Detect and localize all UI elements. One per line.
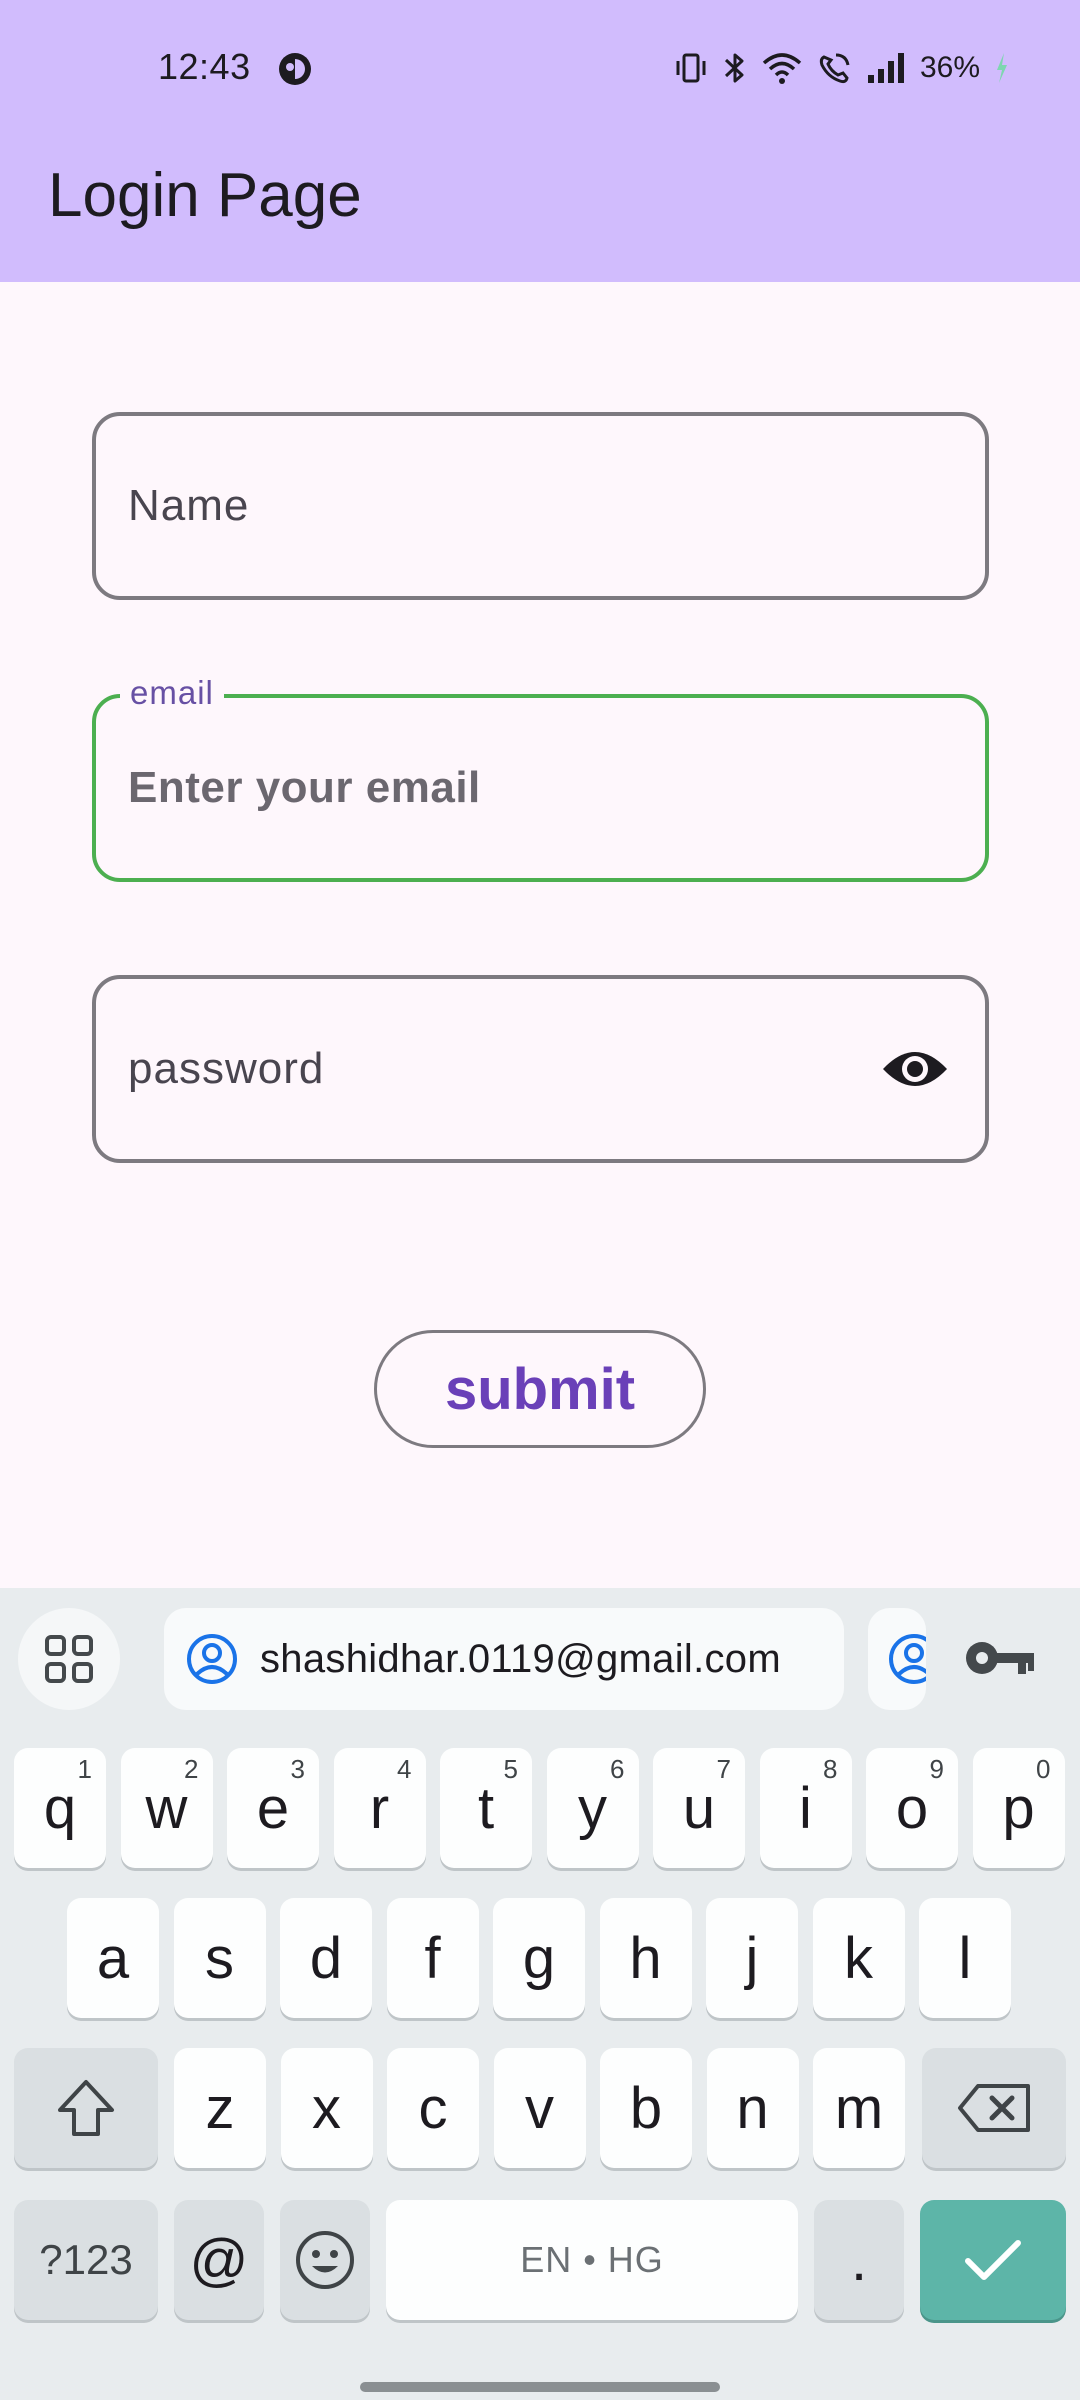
status-time: 12:43 bbox=[158, 46, 251, 87]
email-field-placeholder: Enter your email bbox=[128, 763, 481, 812]
key-label: w bbox=[145, 1775, 188, 1841]
key-q[interactable]: q1 bbox=[14, 1748, 106, 1868]
key-n[interactable]: n bbox=[706, 2048, 799, 2168]
key-y[interactable]: y6 bbox=[546, 1748, 639, 1868]
signal-icon bbox=[867, 53, 904, 83]
submit-button[interactable]: submit bbox=[374, 1330, 706, 1448]
email-field[interactable]: email Enter your email bbox=[92, 674, 989, 882]
key-t[interactable]: t5 bbox=[440, 1748, 532, 1868]
email-field-label: email bbox=[120, 674, 224, 712]
emoji-icon bbox=[296, 2231, 354, 2289]
bluetooth-icon bbox=[724, 53, 744, 83]
backspace-icon bbox=[958, 2084, 1030, 2132]
key-number-hint: 6 bbox=[610, 1754, 625, 1784]
battery-charging-icon bbox=[997, 53, 1007, 83]
key-number-hint: 3 bbox=[290, 1754, 305, 1784]
key-label: p bbox=[1002, 1775, 1035, 1841]
key-b[interactable]: b bbox=[600, 2048, 692, 2168]
key-label: q bbox=[43, 1775, 77, 1841]
key-label: r bbox=[369, 1775, 390, 1841]
key-number-hint: 1 bbox=[77, 1754, 92, 1784]
key-label: i bbox=[799, 1775, 812, 1841]
key-x[interactable]: x bbox=[280, 2048, 373, 2168]
shift-key[interactable] bbox=[14, 2048, 158, 2168]
password-key-icon[interactable] bbox=[962, 1626, 1038, 1690]
key-label: o bbox=[895, 1775, 929, 1841]
check-icon bbox=[965, 2240, 1021, 2280]
key-number-hint: 0 bbox=[1036, 1754, 1051, 1784]
key-c[interactable]: c bbox=[387, 2048, 479, 2168]
vibrate-icon bbox=[676, 53, 706, 83]
backspace-key[interactable] bbox=[922, 2048, 1066, 2168]
key-z[interactable]: z bbox=[174, 2048, 266, 2168]
key-o[interactable]: o9 bbox=[866, 1748, 958, 1868]
soft-keyboard: shashidhar.0119@gmail.com q1w2e3r4t5y6u7… bbox=[0, 1588, 1080, 2400]
key-u[interactable]: u7 bbox=[653, 1748, 745, 1868]
password-field-placeholder: password bbox=[128, 1044, 325, 1093]
wifi-calling-icon bbox=[819, 53, 850, 84]
key-number-hint: 7 bbox=[716, 1754, 731, 1784]
key-label: t bbox=[477, 1775, 495, 1841]
emoji-key[interactable] bbox=[280, 2200, 370, 2320]
shift-icon bbox=[58, 2080, 114, 2136]
grid-icon bbox=[45, 1635, 93, 1683]
key-m[interactable]: m bbox=[813, 2048, 905, 2168]
key-k[interactable]: k bbox=[812, 1898, 905, 2018]
battery-percentage: 36% bbox=[919, 51, 980, 84]
eye-icon[interactable] bbox=[881, 1045, 949, 1093]
email-suggestion-text: shashidhar.0119@gmail.com bbox=[260, 1636, 781, 1681]
key-d[interactable]: d bbox=[280, 1898, 372, 2018]
at-key[interactable]: @ bbox=[174, 2200, 264, 2320]
key-h[interactable]: h bbox=[599, 1898, 692, 2018]
period-key[interactable]: . bbox=[814, 2200, 904, 2320]
key-f[interactable]: f bbox=[386, 1898, 479, 2018]
page-title: Login Page bbox=[48, 161, 362, 230]
home-indicator[interactable] bbox=[360, 2382, 720, 2392]
app-bar: 12:43 36% Login Page bbox=[0, 0, 1080, 282]
key-number-hint: 9 bbox=[929, 1754, 944, 1784]
key-number-hint: 8 bbox=[823, 1754, 838, 1784]
key-p[interactable]: p0 bbox=[972, 1748, 1065, 1868]
password-field[interactable]: password bbox=[92, 975, 989, 1163]
key-a[interactable]: a bbox=[67, 1898, 159, 2018]
keyboard-apps-button[interactable] bbox=[18, 1608, 120, 1710]
name-field-placeholder: Name bbox=[128, 481, 250, 530]
space-key[interactable]: EN • HG bbox=[386, 2200, 798, 2320]
key-l[interactable]: l bbox=[919, 1898, 1011, 2018]
key-j[interactable]: j bbox=[706, 1898, 798, 2018]
key-r[interactable]: r4 bbox=[333, 1748, 426, 1868]
name-field[interactable]: Name bbox=[92, 412, 989, 600]
key-w[interactable]: w2 bbox=[120, 1748, 213, 1868]
key-g[interactable]: g bbox=[493, 1898, 585, 2018]
key-label: y bbox=[578, 1775, 607, 1841]
email-suggestion-chip[interactable]: shashidhar.0119@gmail.com bbox=[164, 1608, 844, 1710]
symbols-key[interactable]: ?123 bbox=[14, 2200, 158, 2320]
wifi-icon bbox=[762, 53, 802, 84]
email-suggestion-chip-partial[interactable] bbox=[868, 1608, 926, 1710]
key-e[interactable]: e3 bbox=[227, 1748, 319, 1868]
key-i[interactable]: i8 bbox=[759, 1748, 852, 1868]
notification-app-icon bbox=[279, 53, 311, 85]
key-label: e bbox=[256, 1775, 290, 1841]
done-key[interactable] bbox=[920, 2200, 1066, 2320]
key-label: u bbox=[682, 1775, 716, 1841]
key-number-hint: 2 bbox=[184, 1754, 199, 1784]
key-number-hint: 4 bbox=[397, 1754, 412, 1784]
status-icons: 36% bbox=[674, 48, 1010, 88]
key-number-hint: 5 bbox=[503, 1754, 518, 1784]
key-s[interactable]: s bbox=[173, 1898, 266, 2018]
key-v[interactable]: v bbox=[493, 2048, 586, 2168]
account-circle-icon bbox=[889, 1634, 926, 1684]
account-circle-icon bbox=[187, 1634, 237, 1684]
